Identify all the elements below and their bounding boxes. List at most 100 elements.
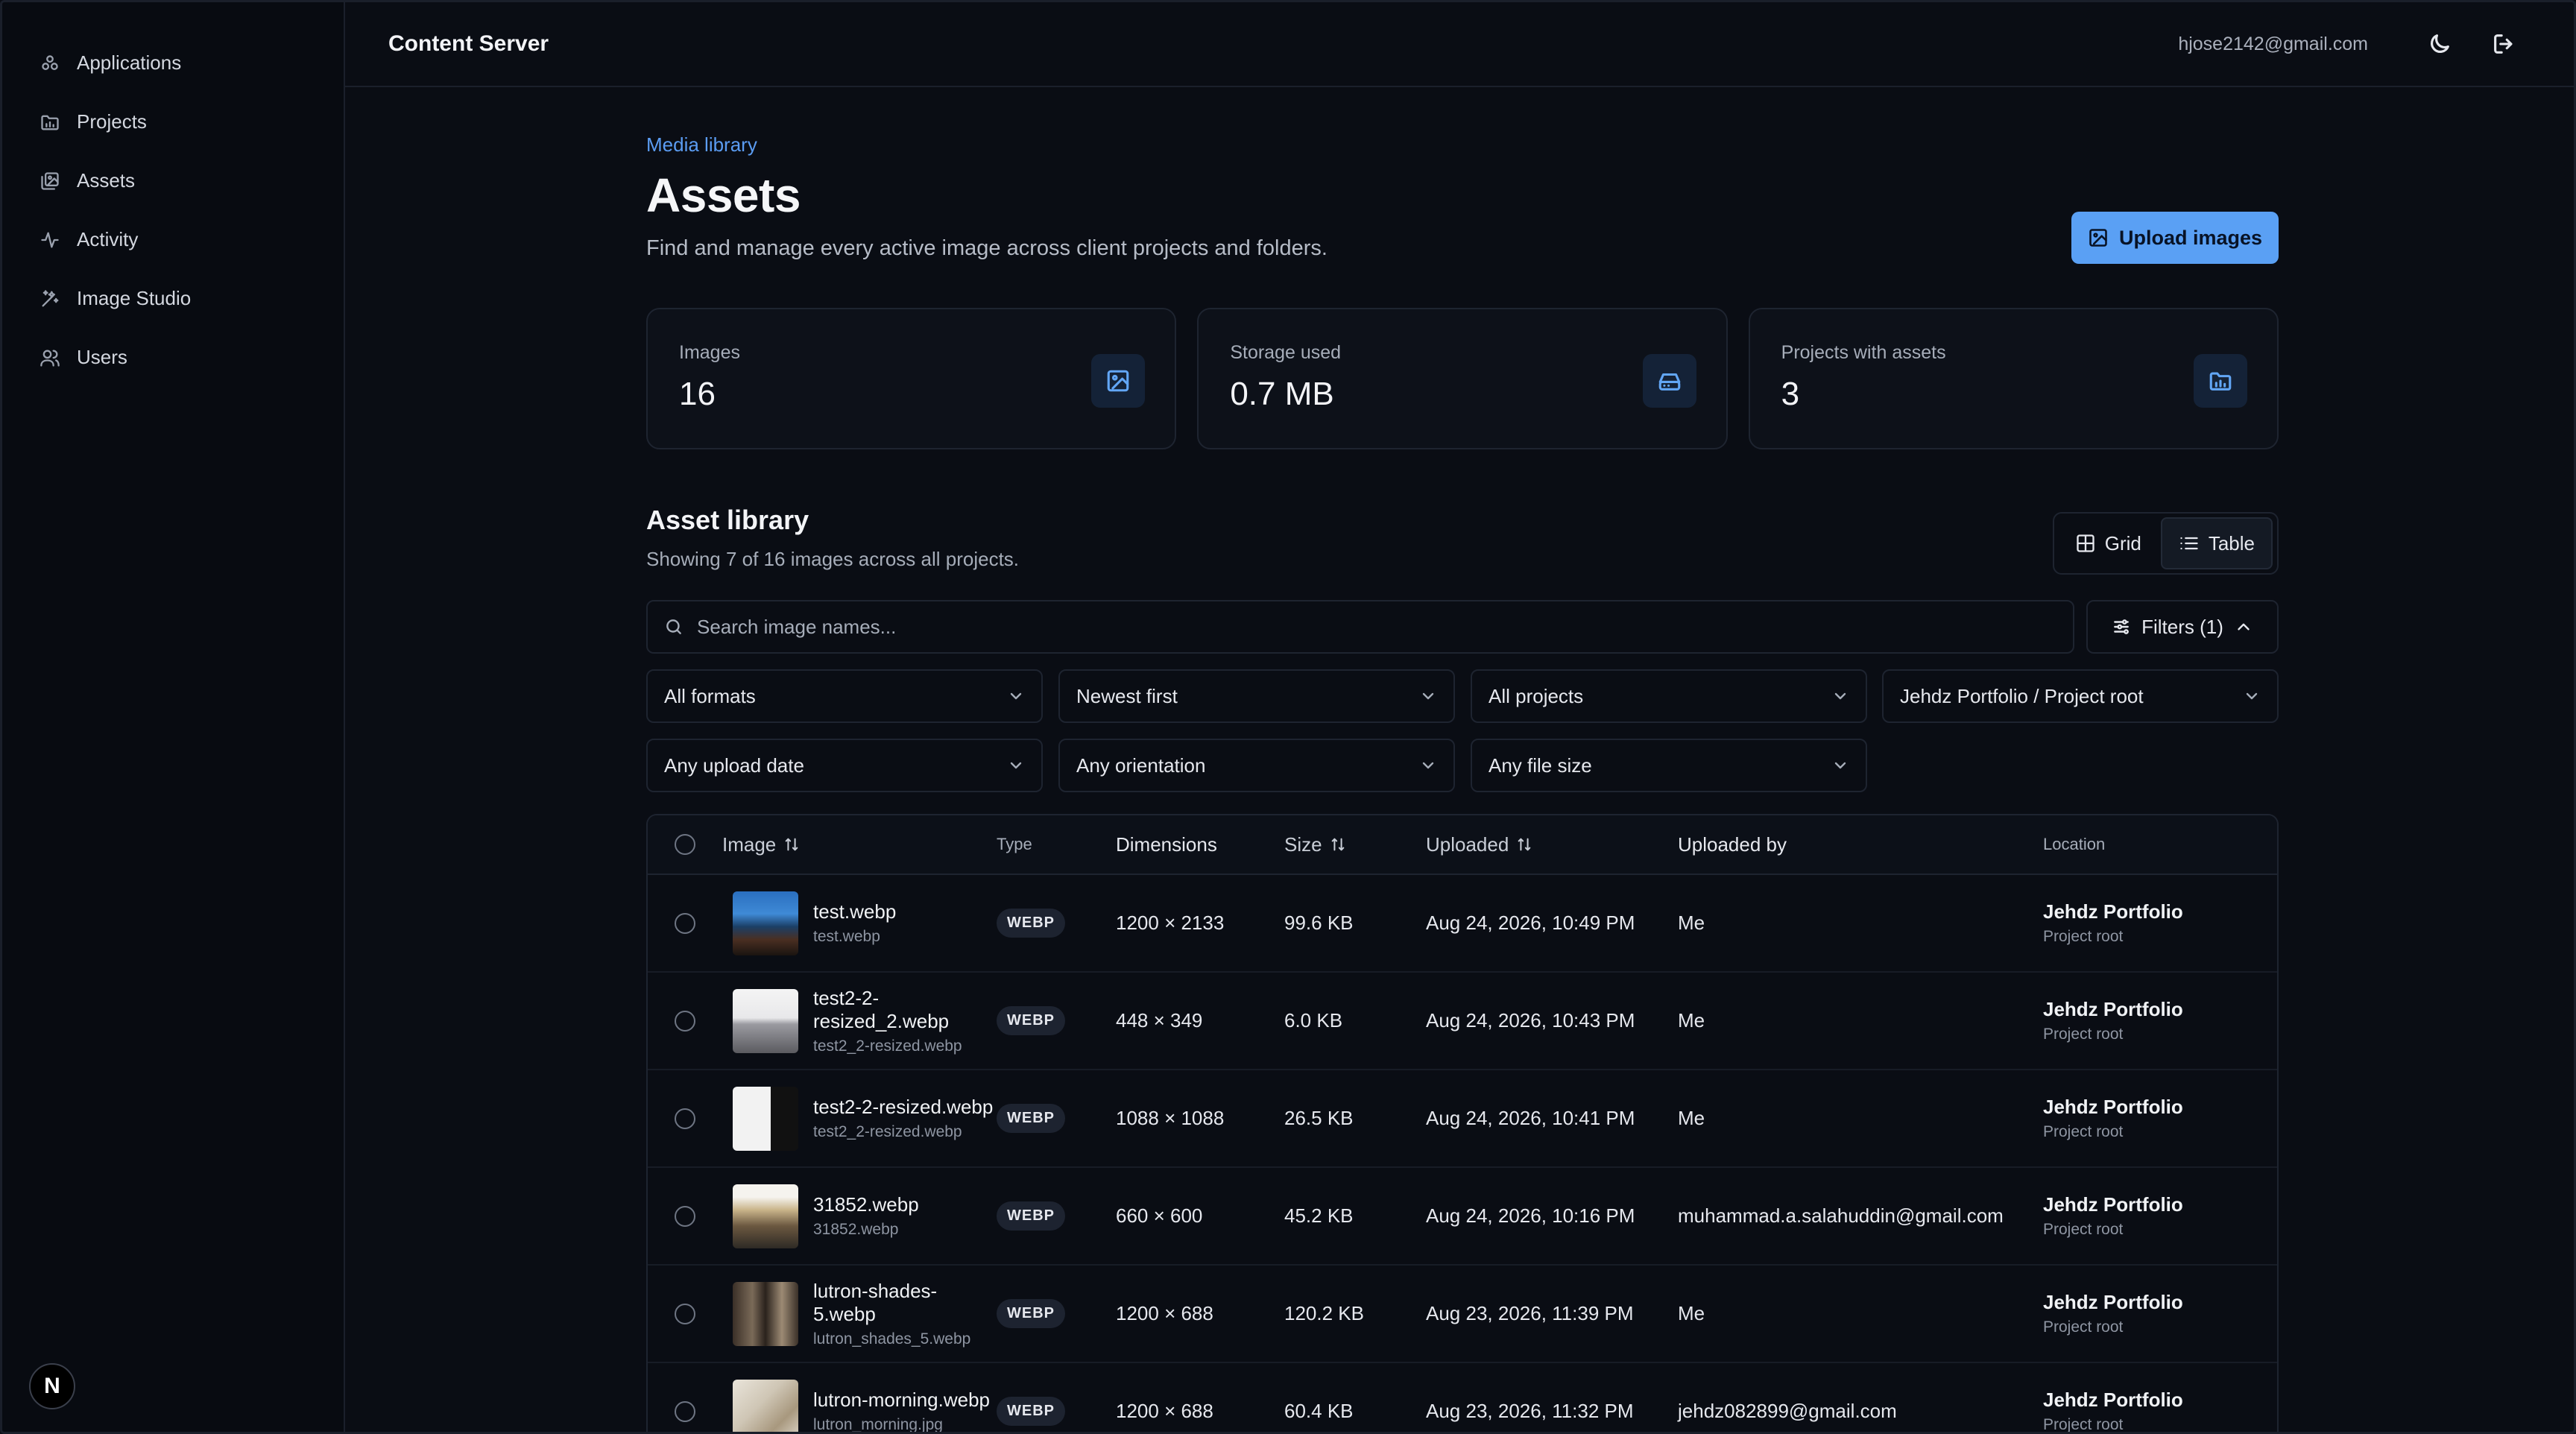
row-checkbox[interactable]: [675, 1205, 695, 1227]
file-name[interactable]: test2-2-resized.webp: [813, 1096, 993, 1119]
select-value: All projects: [1489, 684, 1584, 707]
page-title: Assets: [646, 168, 801, 222]
location-folder: Project root: [2043, 1026, 2124, 1043]
sidebar-item-users[interactable]: Users: [2, 328, 344, 387]
logout-icon[interactable]: [2484, 25, 2523, 63]
uploaded-by-cell: Me: [1678, 1302, 1705, 1324]
row-select-cell: [648, 912, 722, 934]
image-thumbnail[interactable]: [733, 1281, 798, 1346]
row-select-cell: [648, 1108, 722, 1129]
column-header-uploaded[interactable]: Uploaded: [1426, 833, 1678, 856]
row-checkbox[interactable]: [675, 912, 695, 934]
sort-icon: [1518, 838, 1531, 851]
location-cell: Jehdz Portfolio Project root: [2043, 900, 2237, 946]
image-cell: 31852.webp 31852.webp: [722, 1184, 997, 1248]
section-title: Asset library: [646, 505, 809, 535]
row-checkbox[interactable]: [675, 1010, 695, 1032]
table-row[interactable]: 31852.webp 31852.webp WEBP 660 × 600 45.2…: [648, 1168, 2277, 1266]
sidebar-item-projects[interactable]: Projects: [2, 92, 344, 151]
upload-date-select[interactable]: Any upload date: [646, 739, 1043, 792]
location-project: Jehdz Portfolio: [2043, 1193, 2183, 1216]
select-value: Any upload date: [664, 754, 804, 777]
user-email: hjose2142@gmail.com: [2178, 33, 2368, 54]
image-thumbnail[interactable]: [733, 1086, 798, 1151]
file-name[interactable]: test2-2-resized_2.webp: [813, 987, 997, 1033]
format-select[interactable]: All formats: [646, 669, 1043, 723]
sidebar-item-image-studio[interactable]: Image Studio: [2, 269, 344, 328]
sliders-icon: [2114, 619, 2129, 634]
breadcrumb[interactable]: Media library: [646, 133, 757, 157]
location-project: Jehdz Portfolio: [2043, 1096, 2183, 1118]
row-select-cell: [648, 1400, 722, 1422]
stat-card-projects: Projects with assets 3: [1748, 308, 2279, 449]
row-checkbox[interactable]: [675, 1108, 695, 1129]
table-row[interactable]: lutron-morning.webp lutron_morning.jpg WE…: [648, 1363, 2277, 1433]
dimensions-cell: 660 × 600: [1116, 1204, 1203, 1227]
file-name[interactable]: lutron-shades-5.webp: [813, 1280, 997, 1326]
images-icon: [38, 169, 62, 193]
select-value: All formats: [664, 684, 756, 707]
orientation-select[interactable]: Any orientation: [1058, 739, 1455, 792]
original-file-name: test2_2-resized.webp: [813, 1123, 962, 1140]
table-row[interactable]: test2-2-resized_2.webp test2_2-resized.we…: [648, 973, 2277, 1070]
row-select-cell: [648, 1303, 722, 1324]
uploaded-cell: Aug 24, 2026, 10:49 PM: [1426, 912, 1635, 934]
image-thumbnail[interactable]: [733, 1184, 798, 1248]
location-project: Jehdz Portfolio: [2043, 900, 2183, 923]
app-window: Applications Projects Assets Activity Im…: [0, 0, 2576, 1434]
stat-card-images: Images 16: [646, 308, 1177, 449]
topbar-actions: hjose2142@gmail.com: [2178, 25, 2523, 63]
project-select[interactable]: All projects: [1471, 669, 1867, 723]
location-cell: Jehdz Portfolio Project root: [2043, 1096, 2237, 1141]
size-cell: 45.2 KB: [1284, 1204, 1354, 1227]
sort-select[interactable]: Newest first: [1058, 669, 1455, 723]
select-value: Any file size: [1489, 754, 1592, 777]
table-row[interactable]: lutron-shades-5.webp lutron_shades_5.webp…: [648, 1266, 2277, 1363]
upload-images-button[interactable]: Upload images: [2071, 212, 2279, 264]
sidebar-item-applications[interactable]: Applications: [2, 34, 344, 92]
stat-label: Images: [679, 342, 740, 363]
image-thumbnail[interactable]: [733, 1379, 798, 1432]
dev-tools-badge[interactable]: N: [29, 1363, 75, 1409]
file-size-select[interactable]: Any file size: [1471, 739, 1867, 792]
grid-view-button[interactable]: Grid: [2059, 517, 2158, 569]
sidebar-item-activity[interactable]: Activity: [2, 210, 344, 269]
select-all-checkbox[interactable]: [675, 834, 695, 855]
file-name[interactable]: lutron-morning.webp: [813, 1389, 990, 1412]
type-cell: WEBP: [997, 909, 1116, 938]
original-file-name: 31852.webp: [813, 1221, 899, 1238]
table-row[interactable]: test2-2-resized.webp test2_2-resized.webp…: [648, 1070, 2277, 1168]
filters-button[interactable]: Filters (1): [2086, 600, 2279, 654]
uploaded-by-cell: Me: [1678, 1009, 1705, 1032]
column-header-image[interactable]: Image: [722, 833, 997, 856]
row-checkbox[interactable]: [675, 1303, 695, 1324]
select-all-cell: [648, 834, 722, 855]
type-cell: WEBP: [997, 1299, 1116, 1328]
chevron-up-icon: [2238, 623, 2250, 631]
sidebar-item-label: Users: [77, 346, 127, 368]
search-box: [646, 600, 2074, 654]
folder-select[interactable]: Jehdz Portfolio / Project root: [1882, 669, 2279, 723]
table-header: Image Type Dimensions Size Uploaded Uplo…: [648, 815, 2277, 875]
column-header-size[interactable]: Size: [1284, 833, 1426, 856]
image-thumbnail[interactable]: [733, 988, 798, 1053]
sort-icon: [785, 838, 798, 851]
table-row[interactable]: test.webp test.webp WEBP 1200 × 2133 99.6…: [648, 875, 2277, 973]
view-toggle: Grid Table: [2052, 512, 2279, 575]
table-view-button[interactable]: Table: [2160, 517, 2273, 569]
theme-toggle-moon-icon[interactable]: [2420, 25, 2459, 63]
chevron-down-icon: [1422, 762, 1434, 769]
chevron-down-icon: [1834, 692, 1846, 700]
column-header-uploaded-by: Uploaded by: [1678, 833, 1787, 856]
sidebar-item-assets[interactable]: Assets: [2, 151, 344, 210]
hard-drive-icon: [1642, 354, 1696, 408]
search-input[interactable]: [697, 615, 2039, 639]
row-checkbox[interactable]: [675, 1400, 695, 1422]
file-name[interactable]: 31852.webp: [813, 1193, 919, 1216]
file-name[interactable]: test.webp: [813, 900, 896, 923]
select-value: Jehdz Portfolio / Project root: [1900, 684, 2144, 707]
type-cell: WEBP: [997, 1397, 1116, 1426]
image-thumbnail[interactable]: [733, 891, 798, 956]
original-file-name: lutron_morning.jpg: [813, 1416, 943, 1433]
filters-label: Filters (1): [2141, 615, 2223, 638]
